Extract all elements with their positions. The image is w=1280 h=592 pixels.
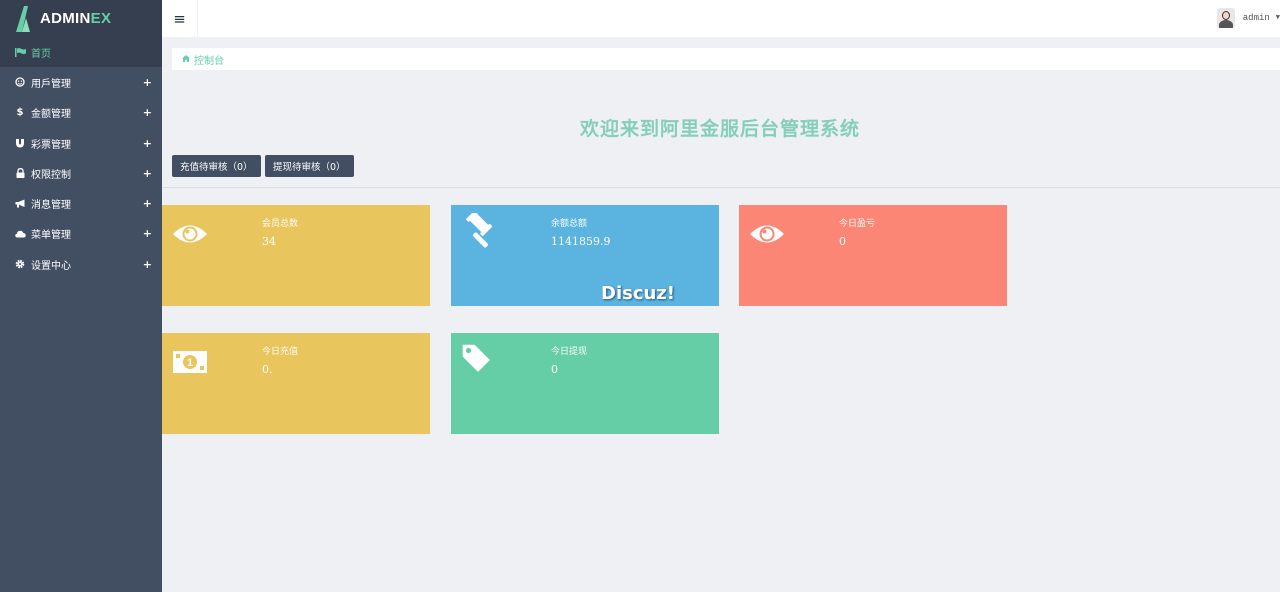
money-icon: 1: [173, 351, 207, 373]
sidebar-item-label: 首页: [31, 48, 51, 60]
lock-icon: [14, 168, 26, 179]
sidebar-item-user-management[interactable]: 用戶管理 +: [0, 67, 162, 97]
stat-card-today-profit: 今日盈亏 0: [739, 205, 1007, 306]
sidebar-item-message-management[interactable]: 消息管理 +: [0, 188, 162, 218]
dollar-icon: $: [16, 107, 24, 119]
divider: [162, 187, 1280, 188]
logo[interactable]: ADMINEX: [0, 0, 162, 37]
svg-text:1: 1: [187, 357, 193, 369]
sidebar-item-label: 用戶管理: [31, 78, 71, 90]
sidebar-item-label: 消息管理: [31, 200, 71, 212]
expand-icon[interactable]: +: [143, 76, 152, 89]
user-name: admin: [1242, 13, 1270, 23]
hamburger-icon: ≡: [173, 9, 186, 28]
sidebar-item-home[interactable]: 首页: [0, 37, 162, 68]
sidebar-item-label: 金额管理: [31, 109, 71, 121]
sidebar-item-settings-center[interactable]: 设置中心 +: [0, 249, 162, 279]
stat-card-total-members: 会员总数 34: [162, 205, 430, 306]
sidebar-item-permission-control[interactable]: 权限控制 +: [0, 158, 162, 188]
tag-icon: [462, 344, 490, 372]
stat-card-today-withdraw: 今日提现 0: [451, 333, 719, 434]
watermark: Discuz!: [601, 283, 675, 304]
stat-card-title: 余额总额: [551, 219, 588, 229]
breadcrumb-link-dashboard[interactable]: 控制台: [194, 52, 224, 67]
expand-icon[interactable]: +: [143, 197, 152, 210]
expand-icon[interactable]: +: [143, 258, 152, 271]
gear-icon: [14, 259, 26, 269]
stat-card-title: 今日盈亏: [839, 219, 876, 229]
stat-card-value: 0.: [262, 363, 273, 376]
expand-icon[interactable]: +: [143, 167, 152, 180]
sidebar-item-label: 设置中心: [31, 260, 71, 272]
stat-card-value: 34: [262, 235, 276, 248]
eye-icon: [750, 225, 784, 243]
gavel-icon: [466, 213, 493, 248]
brand-name: ADMINEX: [40, 10, 112, 27]
welcome-title: 欢迎来到阿里金服后台管理系统: [580, 118, 861, 140]
flag-icon: [14, 47, 26, 57]
top-header: ≡ admin ▼: [162, 0, 1280, 37]
sidebar-item-label: 彩票管理: [31, 139, 71, 151]
expand-icon[interactable]: +: [143, 137, 152, 150]
expand-icon[interactable]: +: [143, 227, 152, 240]
sidebar: ADMINEX 首页 用戶管理 + $ 金额管理 + 彩票管理 + 权限控制 +…: [0, 0, 162, 592]
user-menu[interactable]: admin ▼: [1216, 8, 1280, 28]
menu-toggle-button[interactable]: ≡: [162, 0, 198, 37]
sidebar-item-menu-management[interactable]: 菜单管理 +: [0, 219, 162, 249]
home-icon: [182, 54, 190, 64]
cloud-icon: [14, 230, 26, 238]
bullhorn-icon: [14, 199, 26, 208]
sidebar-item-lottery-management[interactable]: 彩票管理 +: [0, 128, 162, 158]
sidebar-nav: 首页 用戶管理 + $ 金额管理 + 彩票管理 + 权限控制 + 消息管理 + …: [0, 37, 162, 279]
magnet-icon: [14, 138, 26, 148]
user-circle-icon: [14, 77, 26, 88]
stat-card-value: 0: [551, 363, 558, 376]
eye-icon: [173, 225, 207, 243]
pending-recharge-button[interactable]: 充值待审核（0）: [172, 155, 261, 177]
expand-icon[interactable]: +: [143, 106, 152, 119]
caret-down-icon: ▼: [1275, 14, 1280, 22]
stat-card-title: 今日充值: [262, 347, 299, 357]
stat-card-total-balance: 余额总额 1141859.9 Discuz!: [451, 205, 719, 306]
pending-withdraw-button[interactable]: 提现待审核（0）: [265, 155, 354, 177]
stat-card-title: 今日提现: [551, 347, 588, 357]
sidebar-item-label: 菜单管理: [31, 230, 71, 242]
stat-card-value: 1141859.9: [551, 235, 611, 248]
stat-card-value: 0: [839, 235, 846, 248]
logo-icon: [16, 5, 30, 32]
stat-card-today-recharge: 1 今日充值 0.: [162, 333, 430, 434]
breadcrumb: 控制台: [172, 48, 1280, 70]
sidebar-item-label: 权限控制: [31, 169, 71, 181]
stat-card-title: 会员总数: [262, 219, 299, 229]
sidebar-item-amount-management[interactable]: $ 金额管理 +: [0, 98, 162, 128]
avatar: [1216, 8, 1235, 28]
